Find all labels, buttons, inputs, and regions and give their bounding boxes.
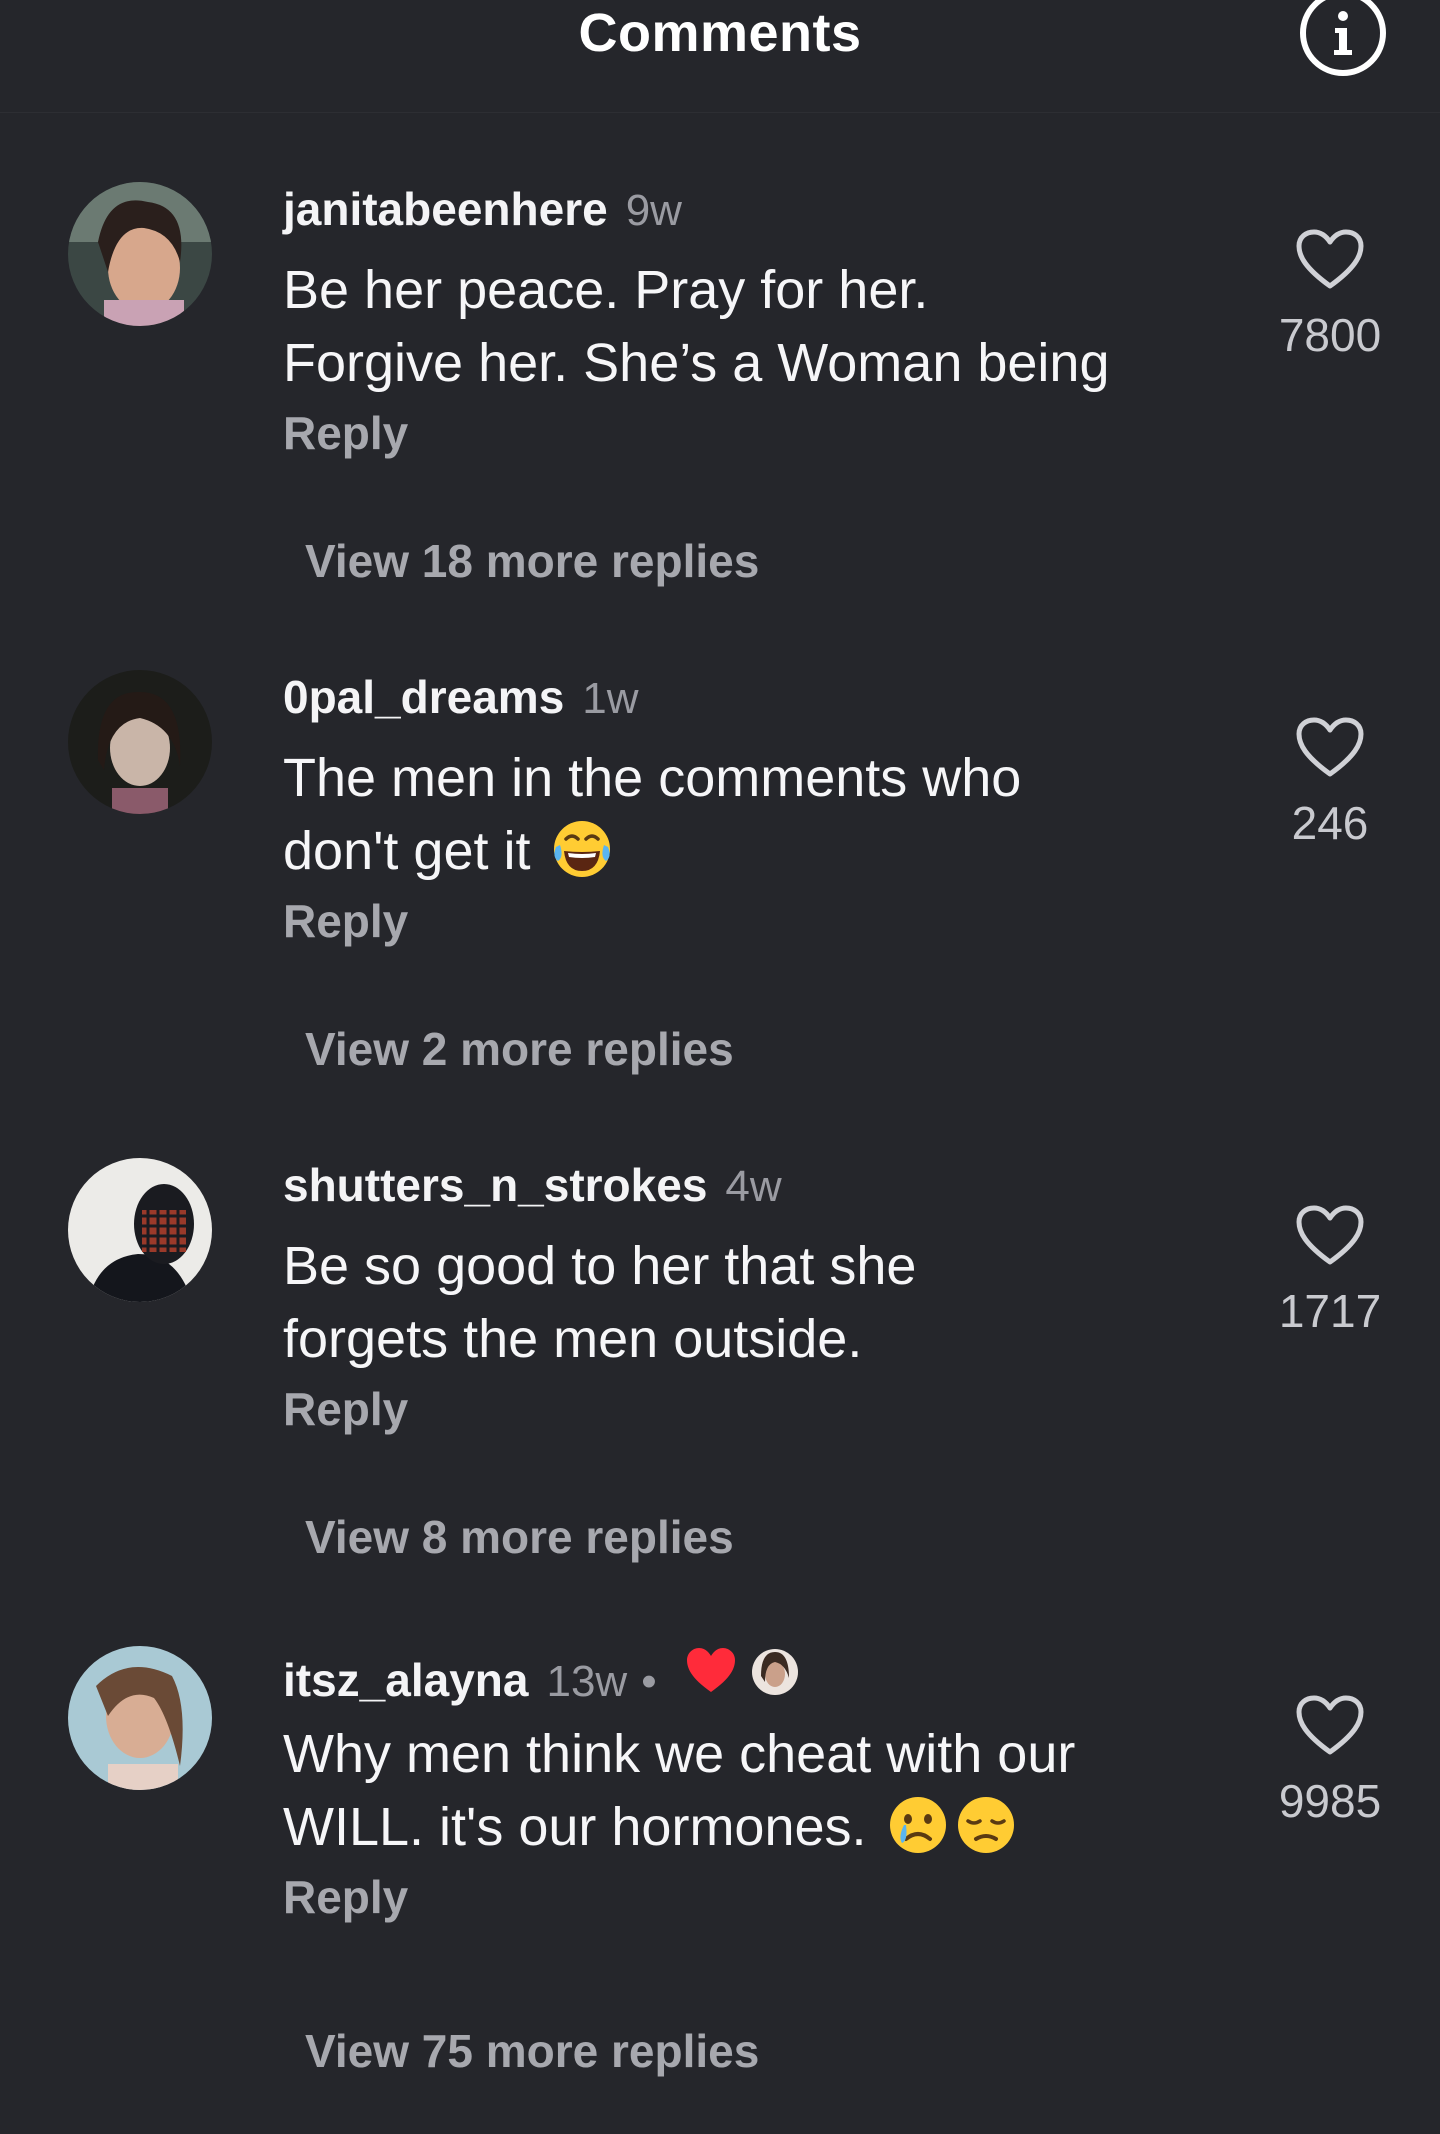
view-more-replies[interactable]: View 2 more replies — [305, 1022, 734, 1076]
crying-face-emoji-icon — [889, 1797, 946, 1853]
reply-button[interactable]: Reply — [283, 406, 408, 460]
view-more-replies[interactable]: View 8 more replies — [305, 1510, 734, 1564]
like-button[interactable]: 7800 — [1250, 228, 1410, 378]
creator-liked-badge — [685, 1646, 805, 1696]
separator-dot: • — [641, 1657, 657, 1706]
timestamp: 4w — [725, 1162, 782, 1211]
username[interactable]: 0pal_dreams — [283, 670, 564, 724]
page-title: Comments — [578, 3, 862, 63]
timestamp: 1w — [582, 674, 639, 723]
avatar[interactable] — [68, 670, 212, 814]
avatar[interactable] — [68, 1158, 212, 1302]
view-more-replies[interactable]: View 18 more replies — [305, 534, 759, 588]
comment-line: Be so good to her that she — [283, 1236, 917, 1296]
tears-of-joy-emoji-icon — [553, 821, 610, 877]
comment-line: Be her peace. Pray for her. — [283, 260, 929, 320]
comment-meta: janitabeenhere 9w — [283, 182, 682, 235]
reply-button[interactable]: Reply — [283, 1870, 408, 1924]
comment-line-text: WILL. it's our hormones. — [283, 1797, 867, 1857]
like-count: 246 — [1291, 797, 1369, 849]
comment-item: janitabeenhere 9w Be her peace. Pray for… — [0, 182, 1440, 670]
username[interactable]: shutters_n_strokes — [283, 1158, 707, 1212]
comment-line: forgets the men outside. — [283, 1309, 863, 1369]
timestamp: 13w — [546, 1657, 628, 1706]
like-count: 9985 — [1278, 1775, 1382, 1827]
comment-line: don't get it — [283, 815, 1203, 888]
like-button[interactable]: 1717 — [1250, 1204, 1410, 1354]
reply-button[interactable]: Reply — [283, 894, 408, 948]
comments-header: Comments — [0, 0, 1440, 113]
avatar[interactable] — [68, 182, 212, 326]
comment-line: WILL. it's our hormones. — [283, 1791, 1203, 1864]
comment-item: 0pal_dreams 1w The men in the comments w… — [0, 670, 1440, 1158]
like-count: 1717 — [1278, 1285, 1382, 1337]
comment-meta: itsz_alayna 13w • — [283, 1646, 805, 1706]
username[interactable]: itsz_alayna — [283, 1653, 528, 1707]
comment-text: Be so good to her that she forgets the m… — [283, 1230, 1203, 1376]
like-count: 7800 — [1278, 309, 1382, 361]
comment-meta: shutters_n_strokes 4w — [283, 1158, 782, 1211]
comment-line: Why men think we cheat with our — [283, 1724, 1076, 1784]
heart-icon — [1296, 1695, 1364, 1755]
heart-icon — [1296, 717, 1364, 777]
heart-icon — [1296, 1205, 1364, 1265]
avatar[interactable] — [68, 1646, 212, 1790]
username[interactable]: janitabeenhere — [283, 182, 608, 236]
timestamp: 9w — [625, 186, 682, 235]
comment-line: The men in the comments who — [283, 748, 1022, 808]
like-button[interactable]: 246 — [1250, 716, 1410, 866]
comment-item: itsz_alayna 13w • Why men think we cheat… — [0, 1646, 1440, 2134]
comment-item: shutters_n_strokes 4w Be so good to her … — [0, 1158, 1440, 1646]
disappointed-face-emoji-icon — [957, 1797, 1014, 1853]
heart-icon — [1296, 229, 1364, 289]
like-button[interactable]: 9985 — [1250, 1694, 1410, 1844]
comment-line-text: don't get it — [283, 821, 531, 881]
red-heart-icon — [686, 1648, 735, 1692]
info-icon[interactable] — [1298, 0, 1388, 78]
view-more-replies[interactable]: View 75 more replies — [305, 2024, 759, 2078]
comment-text: The men in the comments who don't get it — [283, 742, 1203, 888]
comment-line: Forgive her. She’s a Woman being — [283, 333, 1110, 393]
comment-text: Why men think we cheat with our WILL. it… — [283, 1718, 1203, 1864]
reply-button[interactable]: Reply — [283, 1382, 408, 1436]
comment-text: Be her peace. Pray for her. Forgive her.… — [283, 254, 1203, 400]
comment-meta: 0pal_dreams 1w — [283, 670, 639, 723]
